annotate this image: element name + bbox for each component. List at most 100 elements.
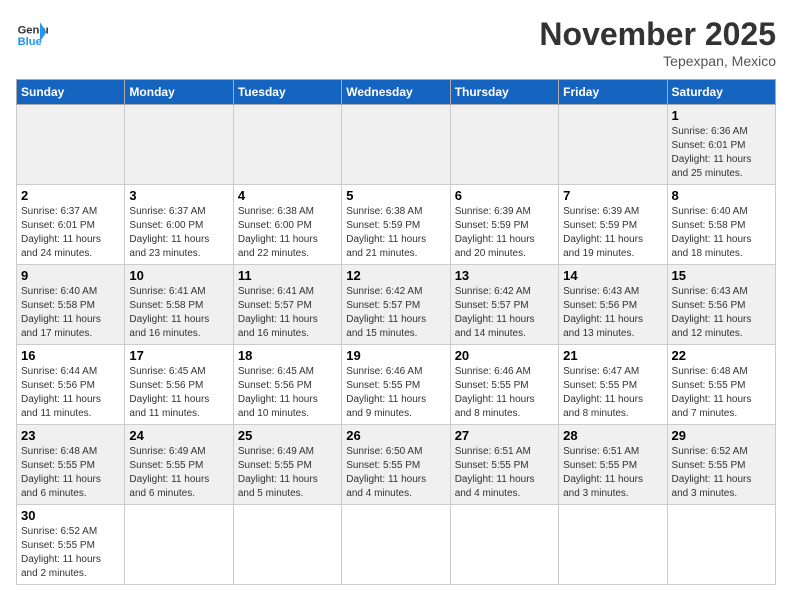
calendar-week-6: 30 Sunrise: 6:52 AM Sunset: 5:55 PM Dayli…	[17, 505, 776, 585]
day-info: Sunrise: 6:39 AM Sunset: 5:59 PM Dayligh…	[563, 205, 662, 261]
calendar-cell: 16 Sunrise: 6:44 AM Sunset: 5:56 PM Dayli…	[17, 345, 125, 425]
day-number: 11	[238, 268, 337, 283]
day-info: Sunrise: 6:46 AM Sunset: 5:55 PM Dayligh…	[455, 365, 554, 421]
calendar-cell: 17 Sunrise: 6:45 AM Sunset: 5:56 PM Dayli…	[125, 345, 233, 425]
day-info: Sunrise: 6:49 AM Sunset: 5:55 PM Dayligh…	[129, 445, 228, 501]
day-info: Sunrise: 6:36 AM Sunset: 6:01 PM Dayligh…	[672, 125, 771, 181]
calendar-cell: 4 Sunrise: 6:38 AM Sunset: 6:00 PM Daylig…	[233, 185, 341, 265]
calendar-cell: 20 Sunrise: 6:46 AM Sunset: 5:55 PM Dayli…	[450, 345, 558, 425]
calendar-cell: 24 Sunrise: 6:49 AM Sunset: 5:55 PM Dayli…	[125, 425, 233, 505]
weekday-wednesday: Wednesday	[342, 80, 450, 105]
day-number: 21	[563, 348, 662, 363]
day-number: 9	[21, 268, 120, 283]
day-number: 24	[129, 428, 228, 443]
weekday-friday: Friday	[559, 80, 667, 105]
day-number: 7	[563, 188, 662, 203]
day-number: 14	[563, 268, 662, 283]
calendar-cell: 6 Sunrise: 6:39 AM Sunset: 5:59 PM Daylig…	[450, 185, 558, 265]
title-block: November 2025 Tepexpan, Mexico	[539, 16, 776, 69]
calendar-cell: 11 Sunrise: 6:41 AM Sunset: 5:57 PM Dayli…	[233, 265, 341, 345]
logo-icon: General Blue	[16, 16, 48, 48]
day-info: Sunrise: 6:50 AM Sunset: 5:55 PM Dayligh…	[346, 445, 445, 501]
weekday-saturday: Saturday	[667, 80, 775, 105]
day-number: 17	[129, 348, 228, 363]
day-number: 23	[21, 428, 120, 443]
calendar-cell	[342, 505, 450, 585]
day-number: 20	[455, 348, 554, 363]
day-info: Sunrise: 6:37 AM Sunset: 6:01 PM Dayligh…	[21, 205, 120, 261]
day-number: 4	[238, 188, 337, 203]
day-info: Sunrise: 6:47 AM Sunset: 5:55 PM Dayligh…	[563, 365, 662, 421]
month-title: November 2025	[539, 16, 776, 53]
day-info: Sunrise: 6:45 AM Sunset: 5:56 PM Dayligh…	[238, 365, 337, 421]
day-number: 5	[346, 188, 445, 203]
calendar-cell	[342, 105, 450, 185]
calendar-cell: 29 Sunrise: 6:52 AM Sunset: 5:55 PM Dayli…	[667, 425, 775, 505]
day-info: Sunrise: 6:41 AM Sunset: 5:58 PM Dayligh…	[129, 285, 228, 341]
calendar-cell: 23 Sunrise: 6:48 AM Sunset: 5:55 PM Dayli…	[17, 425, 125, 505]
day-number: 30	[21, 508, 120, 523]
day-number: 3	[129, 188, 228, 203]
day-number: 10	[129, 268, 228, 283]
calendar-week-3: 9Sunrise: 6:40 AM Sunset: 5:58 PM Daylig…	[17, 265, 776, 345]
day-info: Sunrise: 6:51 AM Sunset: 5:55 PM Dayligh…	[455, 445, 554, 501]
day-info: Sunrise: 6:42 AM Sunset: 5:57 PM Dayligh…	[346, 285, 445, 341]
calendar-cell: 7 Sunrise: 6:39 AM Sunset: 5:59 PM Daylig…	[559, 185, 667, 265]
day-number: 6	[455, 188, 554, 203]
day-info: Sunrise: 6:45 AM Sunset: 5:56 PM Dayligh…	[129, 365, 228, 421]
calendar-cell	[559, 505, 667, 585]
calendar-cell: 22 Sunrise: 6:48 AM Sunset: 5:55 PM Dayli…	[667, 345, 775, 425]
day-number: 16	[21, 348, 120, 363]
calendar-table: SundayMondayTuesdayWednesdayThursdayFrid…	[16, 79, 776, 585]
calendar-cell: 26 Sunrise: 6:50 AM Sunset: 5:55 PM Dayli…	[342, 425, 450, 505]
day-number: 13	[455, 268, 554, 283]
day-number: 15	[672, 268, 771, 283]
calendar-cell: 10 Sunrise: 6:41 AM Sunset: 5:58 PM Dayli…	[125, 265, 233, 345]
calendar-week-4: 16 Sunrise: 6:44 AM Sunset: 5:56 PM Dayli…	[17, 345, 776, 425]
day-info: Sunrise: 6:43 AM Sunset: 5:56 PM Dayligh…	[563, 285, 662, 341]
calendar-cell	[125, 105, 233, 185]
day-info: Sunrise: 6:48 AM Sunset: 5:55 PM Dayligh…	[672, 365, 771, 421]
day-info: Sunrise: 6:46 AM Sunset: 5:55 PM Dayligh…	[346, 365, 445, 421]
weekday-monday: Monday	[125, 80, 233, 105]
calendar-cell: 30 Sunrise: 6:52 AM Sunset: 5:55 PM Dayli…	[17, 505, 125, 585]
calendar-cell: 9Sunrise: 6:40 AM Sunset: 5:58 PM Daylig…	[17, 265, 125, 345]
calendar-cell: 28 Sunrise: 6:51 AM Sunset: 5:55 PM Dayli…	[559, 425, 667, 505]
day-number: 27	[455, 428, 554, 443]
calendar-cell: 1Sunrise: 6:36 AM Sunset: 6:01 PM Daylig…	[667, 105, 775, 185]
day-info: Sunrise: 6:42 AM Sunset: 5:57 PM Dayligh…	[455, 285, 554, 341]
day-info: Sunrise: 6:38 AM Sunset: 6:00 PM Dayligh…	[238, 205, 337, 261]
weekday-thursday: Thursday	[450, 80, 558, 105]
calendar-cell	[233, 105, 341, 185]
calendar-cell: 3 Sunrise: 6:37 AM Sunset: 6:00 PM Daylig…	[125, 185, 233, 265]
weekday-header-row: SundayMondayTuesdayWednesdayThursdayFrid…	[17, 80, 776, 105]
day-number: 28	[563, 428, 662, 443]
day-info: Sunrise: 6:38 AM Sunset: 5:59 PM Dayligh…	[346, 205, 445, 261]
calendar-cell: 2Sunrise: 6:37 AM Sunset: 6:01 PM Daylig…	[17, 185, 125, 265]
weekday-tuesday: Tuesday	[233, 80, 341, 105]
day-number: 18	[238, 348, 337, 363]
weekday-sunday: Sunday	[17, 80, 125, 105]
day-info: Sunrise: 6:43 AM Sunset: 5:56 PM Dayligh…	[672, 285, 771, 341]
day-info: Sunrise: 6:52 AM Sunset: 5:55 PM Dayligh…	[672, 445, 771, 501]
calendar-cell: 15 Sunrise: 6:43 AM Sunset: 5:56 PM Dayli…	[667, 265, 775, 345]
day-info: Sunrise: 6:41 AM Sunset: 5:57 PM Dayligh…	[238, 285, 337, 341]
day-number: 22	[672, 348, 771, 363]
day-info: Sunrise: 6:52 AM Sunset: 5:55 PM Dayligh…	[21, 525, 120, 581]
calendar-cell	[125, 505, 233, 585]
day-info: Sunrise: 6:39 AM Sunset: 5:59 PM Dayligh…	[455, 205, 554, 261]
day-info: Sunrise: 6:37 AM Sunset: 6:00 PM Dayligh…	[129, 205, 228, 261]
page-header: General Blue November 2025 Tepexpan, Mex…	[16, 16, 776, 69]
day-number: 25	[238, 428, 337, 443]
calendar-cell: 5 Sunrise: 6:38 AM Sunset: 5:59 PM Daylig…	[342, 185, 450, 265]
logo: General Blue	[16, 16, 48, 48]
day-info: Sunrise: 6:40 AM Sunset: 5:58 PM Dayligh…	[672, 205, 771, 261]
day-info: Sunrise: 6:44 AM Sunset: 5:56 PM Dayligh…	[21, 365, 120, 421]
day-info: Sunrise: 6:48 AM Sunset: 5:55 PM Dayligh…	[21, 445, 120, 501]
svg-text:Blue: Blue	[18, 36, 42, 48]
day-number: 12	[346, 268, 445, 283]
day-number: 29	[672, 428, 771, 443]
day-info: Sunrise: 6:51 AM Sunset: 5:55 PM Dayligh…	[563, 445, 662, 501]
day-number: 19	[346, 348, 445, 363]
day-number: 26	[346, 428, 445, 443]
